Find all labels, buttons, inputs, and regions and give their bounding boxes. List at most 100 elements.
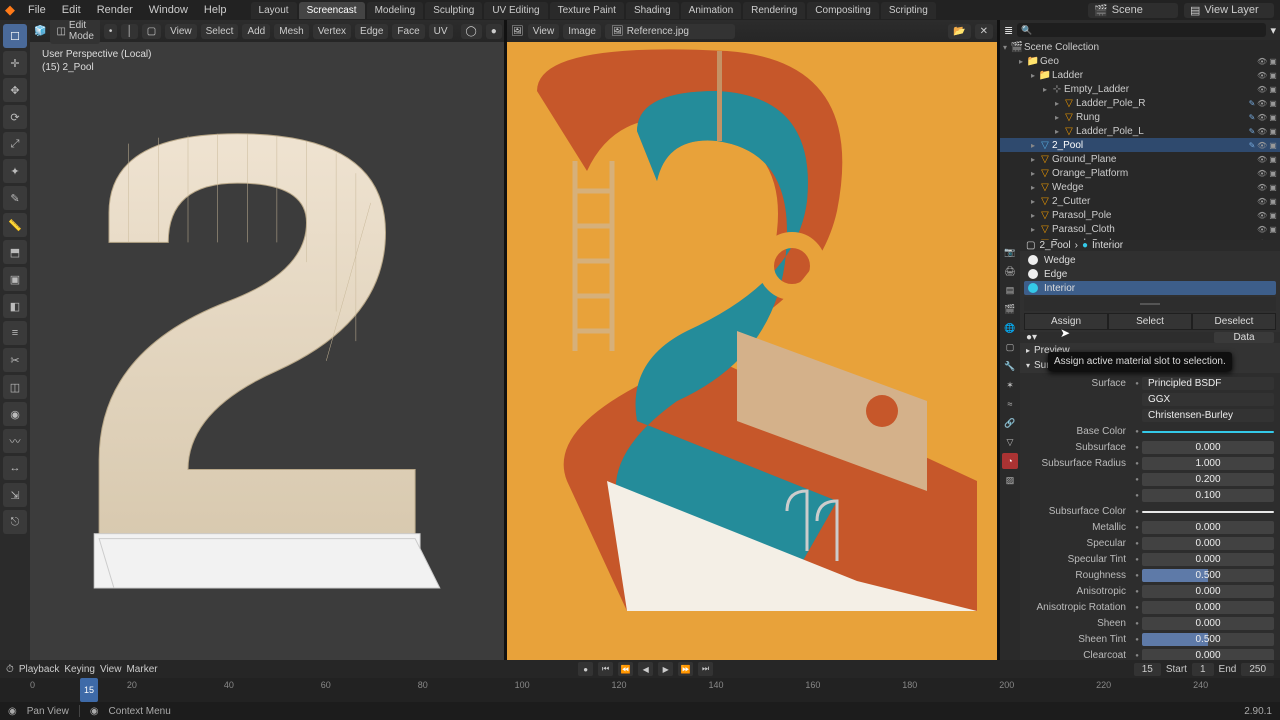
outliner-item[interactable]: ▸📁Ladder👁▣ bbox=[1000, 68, 1280, 82]
material-property-row[interactable]: Subsurface●0.000 bbox=[1026, 440, 1274, 455]
breadcrumb-mat[interactable]: Interior bbox=[1092, 240, 1123, 251]
material-slot[interactable]: Interior bbox=[1024, 281, 1276, 295]
material-property-row[interactable]: Metallic●0.000 bbox=[1026, 520, 1274, 535]
outliner-root[interactable]: ▾🎬 Scene Collection bbox=[1000, 40, 1280, 54]
img-open-icon[interactable]: 📂 bbox=[948, 24, 970, 39]
timeline-type-icon[interactable]: ⏱ bbox=[6, 664, 14, 675]
material-link-dropdown[interactable]: Data bbox=[1214, 332, 1274, 343]
sss-method-value[interactable]: Christensen-Burley bbox=[1142, 409, 1274, 422]
play-icon[interactable]: ▶ bbox=[658, 662, 673, 676]
menu-help[interactable]: Help bbox=[196, 4, 235, 16]
outliner-item[interactable]: ▸▽Parasol_Pole👁▣ bbox=[1000, 208, 1280, 222]
ptab-render[interactable]: 📷 bbox=[1002, 244, 1018, 260]
tool-move[interactable]: ✥ bbox=[3, 78, 27, 102]
tab-screencast[interactable]: Screencast bbox=[299, 2, 365, 19]
tl-menu-playback[interactable]: Playback bbox=[19, 664, 60, 675]
distribution-row[interactable]: GGX bbox=[1026, 392, 1274, 407]
tl-menu-keying[interactable]: Keying bbox=[64, 664, 95, 675]
tool-edgeslide[interactable]: ↔ bbox=[3, 456, 27, 480]
tab-scripting[interactable]: Scripting bbox=[881, 2, 936, 19]
autokey-icon[interactable]: ● bbox=[578, 662, 593, 676]
img-menu-view[interactable]: View bbox=[528, 24, 560, 39]
outliner[interactable]: ▾🎬 Scene Collection ▸📁Geo👁▣▸📁Ladder👁▣▸⊹E… bbox=[1000, 40, 1280, 240]
editor-type-image-icon[interactable]: 🖼 bbox=[511, 26, 524, 37]
ptab-scene[interactable]: 🎬 bbox=[1002, 301, 1018, 317]
outliner-item[interactable]: ▸▽Rung✎👁▣ bbox=[1000, 110, 1280, 124]
tl-menu-view[interactable]: View bbox=[100, 664, 122, 675]
surface-node-value[interactable]: Principled BSDF bbox=[1142, 377, 1274, 390]
material-property-row[interactable]: Subsurface Color● bbox=[1026, 504, 1274, 519]
selmode-vertex[interactable]: • bbox=[104, 24, 118, 39]
material-property-row[interactable]: Specular●0.000 bbox=[1026, 536, 1274, 551]
menu-file[interactable]: File bbox=[20, 4, 54, 16]
tool-loopcut[interactable]: ≡ bbox=[3, 321, 27, 345]
vp-menu-select[interactable]: Select bbox=[201, 24, 239, 39]
tab-texpaint[interactable]: Texture Paint bbox=[550, 2, 624, 19]
viewlayer-selector[interactable]: ▤ View Layer bbox=[1184, 3, 1274, 18]
tool-select-box[interactable]: ☐ bbox=[3, 24, 27, 48]
vp-menu-add[interactable]: Add bbox=[242, 24, 270, 39]
play-rev-icon[interactable]: ◀ bbox=[638, 662, 653, 676]
outliner-item[interactable]: ▸📁Geo👁▣ bbox=[1000, 54, 1280, 68]
material-slot-list[interactable]: WedgeEdgeInterior Assign Select Deselect bbox=[1020, 251, 1280, 332]
tab-sculpting[interactable]: Sculpting bbox=[425, 2, 482, 19]
ptab-mesh[interactable]: ▽ bbox=[1002, 434, 1018, 450]
editor-type-3d-icon[interactable]: 🧊 bbox=[34, 26, 46, 37]
material-property-row[interactable]: Clearcoat●0.000 bbox=[1026, 648, 1274, 660]
ptab-constraint[interactable]: 🔗 bbox=[1002, 415, 1018, 431]
outliner-item[interactable]: ▸⊹Empty_Ladder👁▣ bbox=[1000, 82, 1280, 96]
select-button[interactable]: Select bbox=[1108, 313, 1192, 330]
mat-browse-icon[interactable]: ●▾ bbox=[1026, 332, 1037, 343]
tool-polybuild[interactable]: ◫ bbox=[3, 375, 27, 399]
tool-shrink[interactable]: ⇲ bbox=[3, 483, 27, 507]
outliner-type-icon[interactable]: ≣ bbox=[1004, 24, 1013, 37]
keyprev-icon[interactable]: ⏪ bbox=[618, 662, 633, 676]
tool-transform[interactable]: ✦ bbox=[3, 159, 27, 183]
tab-modeling[interactable]: Modeling bbox=[367, 2, 424, 19]
outliner-item[interactable]: ▸▽Parasol_Cloth👁▣ bbox=[1000, 222, 1280, 236]
current-frame-field[interactable]: 15 bbox=[1134, 663, 1161, 676]
ptab-output[interactable]: 🖨 bbox=[1002, 263, 1018, 279]
tool-spin[interactable]: ◉ bbox=[3, 402, 27, 426]
menu-edit[interactable]: Edit bbox=[54, 4, 89, 16]
selmode-face[interactable]: ▢ bbox=[142, 24, 161, 39]
tool-extrude[interactable]: ⬒ bbox=[3, 240, 27, 264]
material-slot[interactable]: Edge bbox=[1024, 267, 1276, 281]
viewport-3d[interactable]: 🧊 ◫ Edit Mode • │ ▢ View Select Add Mesh… bbox=[30, 20, 504, 660]
material-property-row[interactable]: ●0.200 bbox=[1026, 472, 1274, 487]
tool-cursor[interactable]: ✛ bbox=[3, 51, 27, 75]
distribution-value[interactable]: GGX bbox=[1142, 393, 1274, 406]
outliner-item[interactable]: ▸▽2_Cutter👁▣ bbox=[1000, 194, 1280, 208]
vp-menu-face[interactable]: Face bbox=[392, 24, 424, 39]
material-property-row[interactable]: Subsurface Radius●1.000 bbox=[1026, 456, 1274, 471]
deselect-button[interactable]: Deselect bbox=[1192, 313, 1276, 330]
material-property-row[interactable]: Anisotropic Rotation●0.000 bbox=[1026, 600, 1274, 615]
outliner-item[interactable]: ▸▽2_Pool✎👁▣ bbox=[1000, 138, 1280, 152]
material-property-row[interactable]: Base Color● bbox=[1026, 424, 1274, 439]
start-frame-field[interactable]: 1 bbox=[1192, 663, 1214, 676]
menu-render[interactable]: Render bbox=[89, 4, 141, 16]
outliner-item[interactable]: ▸▽Orange_Platform👁▣ bbox=[1000, 166, 1280, 180]
playhead[interactable]: 15 bbox=[80, 678, 98, 702]
vp-menu-view[interactable]: View bbox=[165, 24, 197, 39]
tool-smooth[interactable]: 〰 bbox=[3, 429, 27, 453]
material-property-row[interactable]: Anisotropic●0.000 bbox=[1026, 584, 1274, 599]
scene-selector[interactable]: 🎬 Scene bbox=[1088, 3, 1178, 18]
tl-menu-marker[interactable]: Marker bbox=[126, 664, 157, 675]
tab-rendering[interactable]: Rendering bbox=[743, 2, 805, 19]
selmode-edge[interactable]: │ bbox=[121, 24, 137, 39]
outliner-item[interactable]: ▸▽Wedge👁▣ bbox=[1000, 180, 1280, 194]
timeline-ruler[interactable]: 020406080100120140160180200220240 15 bbox=[0, 678, 1280, 702]
keynext-icon[interactable]: ⏩ bbox=[678, 662, 693, 676]
shading-solid[interactable]: ● bbox=[486, 24, 502, 39]
material-property-row[interactable]: Roughness●0.500 bbox=[1026, 568, 1274, 583]
outliner-item[interactable]: ▸▽Ground_Plane👁▣ bbox=[1000, 152, 1280, 166]
material-slot[interactable]: Wedge bbox=[1024, 253, 1276, 267]
image-datablock[interactable]: 🖼 Reference.jpg bbox=[605, 24, 735, 39]
material-property-row[interactable]: Specular Tint●0.000 bbox=[1026, 552, 1274, 567]
tool-rotate[interactable]: ⟳ bbox=[3, 105, 27, 129]
material-property-row[interactable]: ●0.100 bbox=[1026, 488, 1274, 503]
vp-menu-vertex[interactable]: Vertex bbox=[313, 24, 351, 39]
mode-selector[interactable]: ◫ Edit Mode bbox=[50, 20, 99, 44]
tool-measure[interactable]: 📏 bbox=[3, 213, 27, 237]
